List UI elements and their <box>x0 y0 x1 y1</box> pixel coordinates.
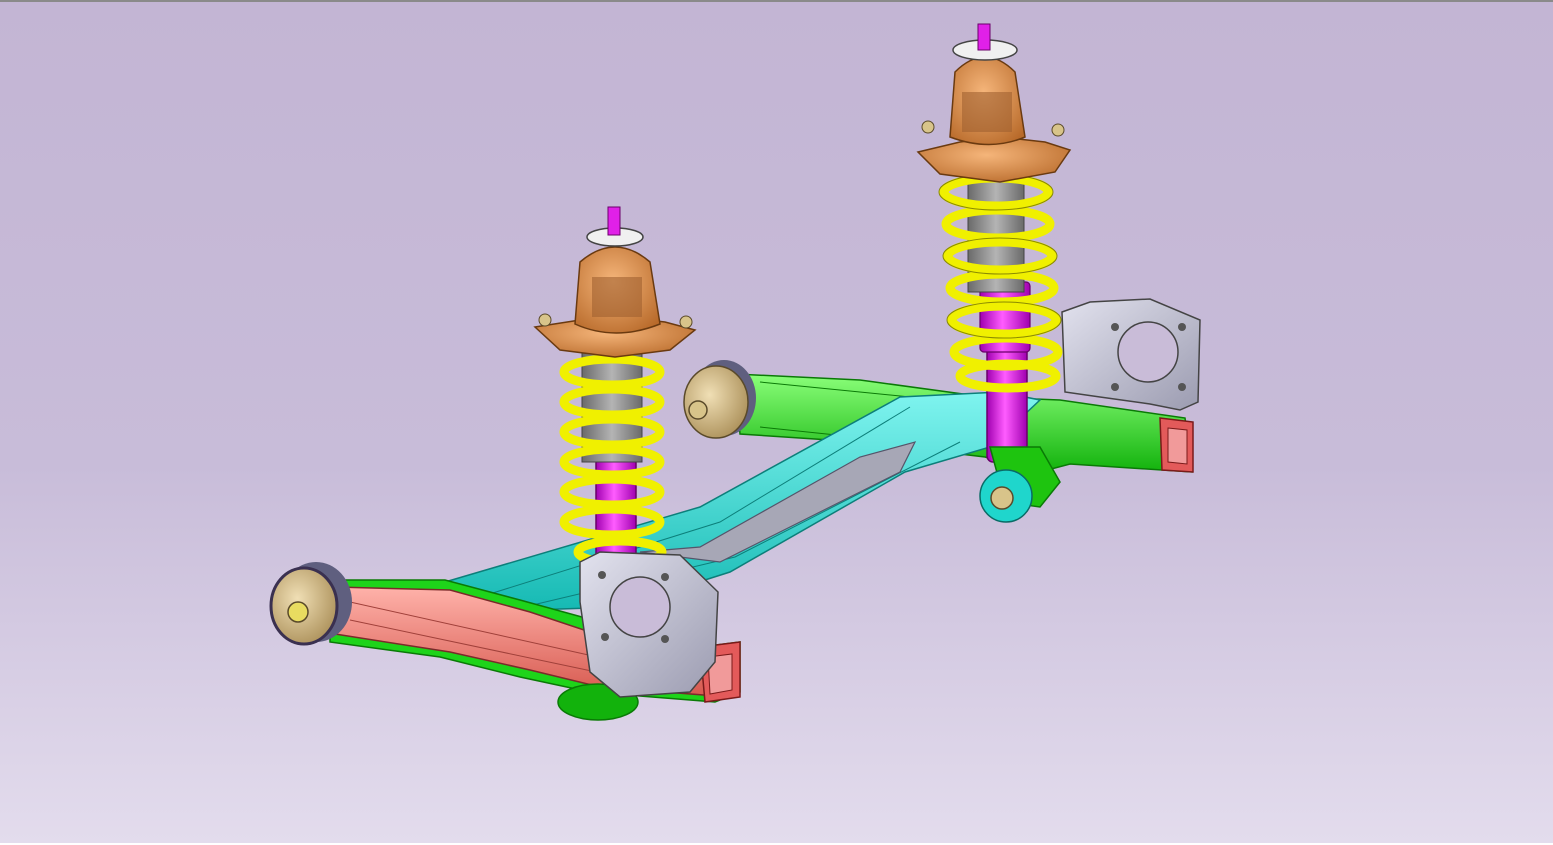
right-spindle-bracket[interactable] <box>1061 298 1201 411</box>
cad-3d-viewport[interactable] <box>0 0 1553 843</box>
right-bushing[interactable] <box>683 360 756 439</box>
left-strut-mount[interactable] <box>533 206 697 358</box>
right-strut-mount[interactable] <box>916 23 1072 183</box>
suspension-assembly-model[interactable] <box>0 2 1553 845</box>
left-bushing[interactable] <box>269 562 352 646</box>
right-lower-bushing[interactable] <box>979 469 1033 523</box>
left-spindle-bracket[interactable] <box>579 551 719 698</box>
